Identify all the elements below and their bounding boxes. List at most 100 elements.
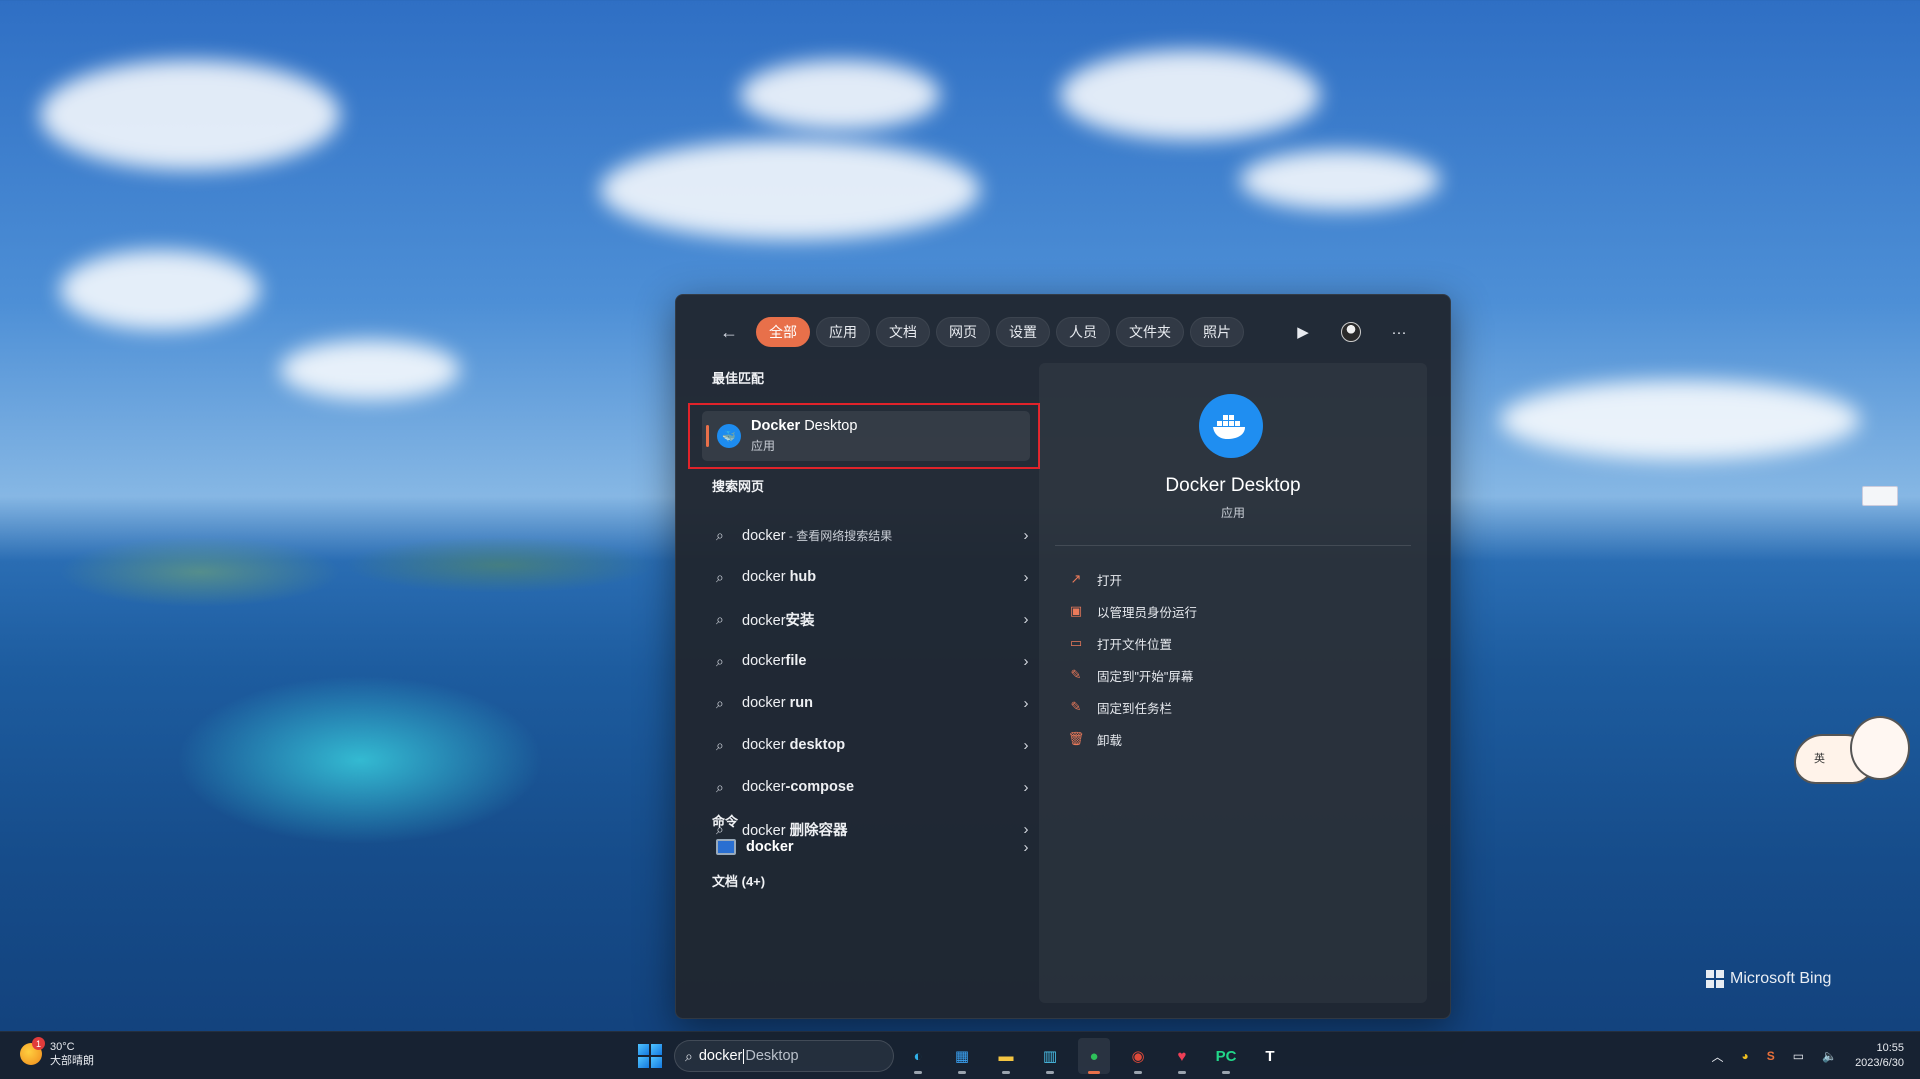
start-button[interactable] [638,1044,662,1068]
web-result-row[interactable]: ⌕ docker-compose › [716,766,1036,808]
qq-icon[interactable]: ◕ [1742,1049,1749,1063]
filter-chip[interactable]: 设置 [996,317,1050,347]
taskbar-app-file-explorer[interactable]: ▬ [990,1038,1022,1074]
chevron-right-icon[interactable]: › [1016,779,1036,796]
running-indicator [1178,1071,1186,1074]
web-result-label: docker-compose [742,779,855,795]
preview-action-label: 固定到任务栏 [1097,701,1173,716]
command-result[interactable]: docker › [716,827,1036,867]
weather-condition: 大部晴朗 [50,1055,94,1067]
chevron-right-icon[interactable]: › [1016,737,1036,754]
taskbar: 1 30°C 大部晴朗 ⌕ docker Desktop ◐ ▦ ▬ ▥ ● ◉ ♥ PC T ︿… [0,1031,1920,1079]
web-result-row[interactable]: ⌕ docker desktop › [716,724,1036,766]
command-label: docker [746,839,794,855]
taskbar-app-wechat[interactable]: ● [1078,1038,1110,1074]
notification-badge: 1 [32,1037,45,1050]
back-arrow-icon[interactable]: ← [712,317,746,347]
weather-temperature: 30°C [50,1041,75,1053]
preview-action-label: 固定到"开始"屏幕 [1097,669,1194,684]
filter-chip[interactable]: 文档 [876,317,930,347]
preview-action[interactable]: ▭ 打开文件位置 [1067,627,1197,659]
clock-date: 2023/6/30 [1855,1057,1904,1069]
cloud [1060,50,1320,140]
filter-chip[interactable]: 照片 [1190,317,1244,347]
taskbar-app-pycharm[interactable]: PC [1210,1038,1242,1074]
filter-chip[interactable]: 文件夹 [1116,317,1184,347]
web-result-label: docker desktop [742,737,846,753]
filter-chip[interactable]: 人员 [1056,317,1110,347]
network-icon[interactable]: ▭ [1793,1049,1804,1063]
chevron-right-icon[interactable]: › [1016,839,1036,856]
best-match-highlight-box: 🐳 Docker Desktop 应用 [688,403,1040,469]
account-avatar[interactable] [1336,317,1366,347]
web-result-row[interactable]: ⌕ docker hub › [716,556,1036,598]
cloud [280,340,460,400]
search-icon: ⌕ [716,736,724,753]
preview-action-label: 以管理员身份运行 [1097,605,1198,620]
volume-icon[interactable]: 🔈 [1822,1049,1837,1063]
pin-icon: ✎ [1070,699,1082,714]
preview-action[interactable]: ▣ 以管理员身份运行 [1067,595,1197,627]
system-tray: ︿ ◕ S ▭ 🔈 10:55 2023/6/30 [1711,1032,1904,1079]
preview-action[interactable]: ✎ 固定到"开始"屏幕 [1067,659,1197,691]
running-indicator [958,1071,966,1074]
chevron-right-icon[interactable]: › [1016,695,1036,712]
text-caret [743,1048,745,1064]
taskbar-app-swirl[interactable]: ◉ [1122,1038,1154,1074]
typora-icon: T [1265,1047,1275,1065]
web-result-label: docker run [742,695,813,711]
pycharm-icon: PC [1215,1047,1237,1065]
mascot-widget[interactable]: 英 [1794,716,1912,786]
preview-action-label: 打开文件位置 [1097,637,1173,652]
best-match-result[interactable]: 🐳 Docker Desktop 应用 [702,411,1030,461]
filter-chip[interactable]: 应用 [816,317,870,347]
search-icon: ⌕ [685,1047,693,1064]
preview-action[interactable]: ↗ 打开 [1067,563,1197,595]
play-icon[interactable]: ▶ [1288,317,1318,347]
web-result-row[interactable]: ⌕ dockerfile › [716,640,1036,682]
chevron-right-icon[interactable]: › [1016,569,1036,586]
web-result-row[interactable]: ⌕ docker run › [716,682,1036,724]
clock[interactable]: 10:55 2023/6/30 [1855,1041,1904,1071]
cloud [600,140,980,240]
avatar-icon [1341,322,1361,342]
wechat-icon: ● [1089,1047,1099,1065]
best-match-type: 应用 [751,439,776,453]
folder-icon: ▭ [1069,635,1083,650]
pin-icon: ✎ [1070,667,1082,682]
filter-bar: ← 全部 应用 文档 网页 设置 人员 文件夹 照片 [712,317,1244,347]
mascot-label: 英 [1814,753,1825,765]
preview-actions: ↗ 打开 ▣ 以管理员身份运行 ▭ 打开文件位置 ✎ 固定到"开始"屏幕 ✎ 固定到任务栏 🗑 卸载 [1067,563,1197,755]
weather-widget[interactable]: 1 30°C 大部晴朗 [20,1037,94,1068]
running-indicator [1046,1071,1054,1074]
running-indicator [1002,1071,1010,1074]
best-match-heading: 最佳匹配 [712,371,765,386]
taskbar-app-store[interactable]: ▦ [946,1038,978,1074]
chevron-right-icon[interactable]: › [1016,527,1036,544]
more-options-icon[interactable]: ··· [1384,317,1414,347]
filter-chip[interactable]: 网页 [936,317,990,347]
web-result-row[interactable]: ⌕ docker安装 › [716,598,1036,640]
taskbar-search-box[interactable]: ⌕ docker Desktop [674,1040,894,1072]
chevron-right-icon[interactable]: › [1016,611,1036,628]
preview-action[interactable]: 🗑 卸载 [1067,723,1197,755]
filter-chip[interactable]: 全部 [756,317,810,347]
mascot-head [1850,716,1910,780]
bing-watermark: Microsoft Bing [1706,970,1831,988]
web-result-row[interactable]: ⌕ docker - 查看网络搜索结果 › [716,514,1036,556]
running-indicator [1222,1071,1230,1074]
desktop-widget[interactable] [1862,486,1898,506]
documents-heading[interactable]: 文档 (4+) [712,871,765,890]
taskbar-app-buildings[interactable]: ▥ [1034,1038,1066,1074]
best-match-title: Docker Desktop [751,418,858,434]
taskbar-app-edge[interactable]: ◐ [902,1038,934,1074]
cloud [40,60,340,170]
taskbar-app-pocket[interactable]: ♥ [1166,1038,1198,1074]
ime-sogou-icon[interactable]: S [1767,1049,1775,1063]
running-indicator [1088,1071,1100,1074]
taskbar-app-typora[interactable]: T [1254,1038,1286,1074]
preview-action[interactable]: ✎ 固定到任务栏 [1067,691,1197,723]
chevron-up-icon[interactable]: ︿ [1711,1048,1723,1065]
preview-pane: Docker Desktop 应用 ↗ 打开 ▣ 以管理员身份运行 ▭ 打开文件位置 ✎ 固定… [1039,363,1427,1003]
chevron-right-icon[interactable]: › [1016,653,1036,670]
